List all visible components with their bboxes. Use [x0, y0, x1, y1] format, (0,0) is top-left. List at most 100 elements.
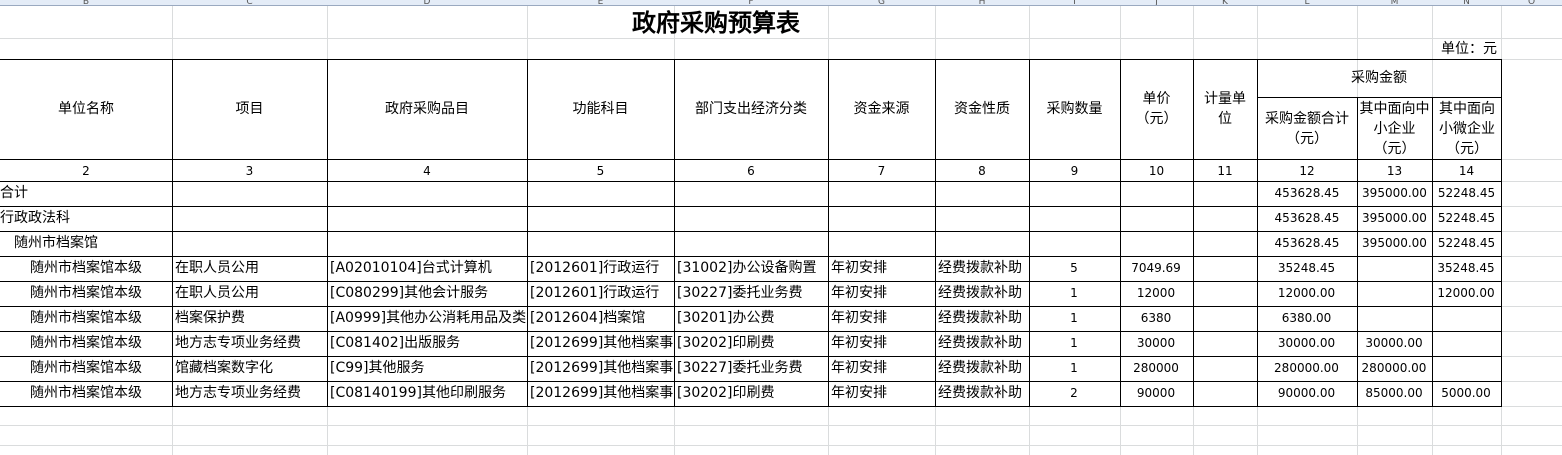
cell-project[interactable]: 在职人员公用 [175, 256, 326, 281]
cell-fund-nature[interactable]: 经费拨款补助 [938, 306, 1028, 331]
column-header[interactable]: F [674, 0, 828, 6]
cell-function[interactable]: [2012601]行政运行 [530, 256, 673, 281]
column-header[interactable]: B [0, 0, 172, 6]
cell-unit-price[interactable]: 7049.69 [1120, 256, 1192, 281]
cell-fund-source[interactable]: 年初安排 [831, 306, 934, 331]
summary-row-name[interactable]: 合计 [0, 181, 172, 206]
cell-unit[interactable]: 随州市档案馆本级 [30, 256, 171, 281]
cell-fund-nature[interactable]: 经费拨款补助 [938, 281, 1028, 306]
cell-fund-nature[interactable]: 经费拨款补助 [938, 331, 1028, 356]
summary-row-sme[interactable]: 395000.00 [1357, 181, 1432, 206]
cell-fund-nature[interactable]: 经费拨款补助 [938, 356, 1028, 381]
cell-function[interactable]: [2012699]其他档案事务 [530, 356, 673, 381]
cell-unit[interactable]: 随州市档案馆本级 [30, 381, 171, 406]
cell-project[interactable]: 地方志专项业务经费 [175, 331, 326, 356]
column-header[interactable]: G [828, 0, 935, 6]
cell-function[interactable]: [2012699]其他档案事务 [530, 381, 673, 406]
cell-econ-class[interactable]: [30202]印刷费 [677, 331, 827, 356]
cell-project[interactable]: 在职人员公用 [175, 281, 326, 306]
cell-fund-source[interactable]: 年初安排 [831, 331, 934, 356]
column-header[interactable]: O [1501, 0, 1562, 6]
cell-project[interactable]: 档案保护费 [175, 306, 326, 331]
column-header[interactable]: E [527, 0, 674, 6]
cell-project[interactable]: 地方志专项业务经费 [175, 381, 326, 406]
column-number: 8 [978, 164, 986, 178]
cell-quantity[interactable]: 2 [1029, 381, 1119, 406]
cell-unit-price[interactable]: 280000 [1120, 356, 1192, 381]
column-number: 3 [245, 164, 254, 178]
summary-row-total[interactable]: 453628.45 [1257, 206, 1357, 231]
cell-fund-nature[interactable]: 经费拨款补助 [938, 381, 1028, 406]
cell-item[interactable]: [C080299]其他会计服务 [330, 281, 526, 306]
cell-function[interactable]: [2012604]档案馆 [530, 306, 673, 331]
summary-row-sme[interactable]: 395000.00 [1357, 206, 1432, 231]
cell-micro[interactable]: 5000.00 [1432, 381, 1500, 406]
cell-unit-price[interactable]: 6380 [1120, 306, 1192, 331]
column-number: 6 [747, 164, 755, 178]
cell-quantity[interactable]: 5 [1029, 256, 1119, 281]
cell-amount-total[interactable]: 12000.00 [1257, 281, 1356, 306]
summary-row-name[interactable]: 随州市档案馆 [14, 231, 172, 256]
summary-row-total[interactable]: 453628.45 [1257, 181, 1357, 206]
cell-amount-total[interactable]: 90000.00 [1257, 381, 1356, 406]
page-title: 政府采购预算表 [632, 9, 800, 37]
cell-unit[interactable]: 随州市档案馆本级 [30, 356, 171, 381]
column-header[interactable]: H [935, 0, 1029, 6]
summary-row-micro[interactable]: 52248.45 [1432, 206, 1501, 231]
summary-row-sme[interactable]: 395000.00 [1357, 231, 1432, 256]
cell-item[interactable]: [C081402]出版服务 [330, 331, 526, 356]
cell-amount-total[interactable]: 280000.00 [1257, 356, 1356, 381]
cell-micro[interactable]: 35248.45 [1432, 256, 1500, 281]
cell-econ-class[interactable]: [30227]委托业务费 [677, 281, 827, 306]
cell-unit[interactable]: 随州市档案馆本级 [30, 331, 171, 356]
cell-quantity[interactable]: 1 [1029, 331, 1119, 356]
cell-econ-class[interactable]: [31002]办公设备购置 [677, 256, 827, 281]
summary-row-total[interactable]: 453628.45 [1257, 231, 1357, 256]
cell-amount-total[interactable]: 30000.00 [1257, 331, 1356, 356]
column-header[interactable]: L [1257, 0, 1357, 6]
cell-fund-source[interactable]: 年初安排 [831, 256, 934, 281]
unit-label: 单位：元 [1441, 41, 1497, 57]
cell-project[interactable]: 馆藏档案数字化 [175, 356, 326, 381]
cell-econ-class[interactable]: [30201]办公费 [677, 306, 827, 331]
table-border [0, 331, 1502, 332]
cell-sme[interactable]: 30000.00 [1357, 331, 1431, 356]
cell-quantity[interactable]: 1 [1029, 356, 1119, 381]
column-header[interactable]: M [1357, 0, 1432, 6]
cell-unit-price[interactable]: 12000 [1120, 281, 1192, 306]
spreadsheet[interactable]: B C D E F G H I J K L M N O 政府采购预算表 单位：元 单位名称 项目 政府采购品目 功能科… [0, 0, 1562, 455]
cell-fund-source[interactable]: 年初安排 [831, 281, 934, 306]
cell-fund-source[interactable]: 年初安排 [831, 381, 934, 406]
cell-function[interactable]: [2012601]行政运行 [530, 281, 673, 306]
cell-item[interactable]: [A02010104]台式计算机 [330, 256, 526, 281]
cell-quantity[interactable]: 1 [1029, 306, 1119, 331]
cell-amount-total[interactable]: 35248.45 [1257, 256, 1356, 281]
column-header[interactable]: C [172, 0, 327, 6]
cell-econ-class[interactable]: [30202]印刷费 [677, 381, 827, 406]
summary-row-name[interactable]: 行政政法科 [0, 206, 172, 231]
column-header[interactable]: I [1029, 0, 1120, 6]
cell-item[interactable]: [C08140199]其他印刷服务 [330, 381, 526, 406]
cell-unit[interactable]: 随州市档案馆本级 [30, 306, 171, 331]
column-header[interactable]: K [1193, 0, 1257, 6]
cell-sme[interactable]: 85000.00 [1357, 381, 1431, 406]
cell-item[interactable]: [C99]其他服务 [330, 356, 526, 381]
table-border [828, 59, 829, 406]
summary-row-micro[interactable]: 52248.45 [1432, 231, 1501, 256]
column-header[interactable]: N [1432, 0, 1501, 6]
cell-quantity[interactable]: 1 [1029, 281, 1119, 306]
cell-fund-nature[interactable]: 经费拨款补助 [938, 256, 1028, 281]
column-header[interactable]: D [327, 0, 527, 6]
cell-sme[interactable]: 280000.00 [1357, 356, 1431, 381]
column-header[interactable]: J [1120, 0, 1193, 6]
cell-unit[interactable]: 随州市档案馆本级 [30, 281, 171, 306]
cell-unit-price[interactable]: 90000 [1120, 381, 1192, 406]
cell-unit-price[interactable]: 30000 [1120, 331, 1192, 356]
cell-function[interactable]: [2012699]其他档案事务 [530, 331, 673, 356]
cell-item[interactable]: [A0999]其他办公消耗用品及类 [330, 306, 526, 331]
cell-econ-class[interactable]: [30227]委托业务费 [677, 356, 827, 381]
summary-row-micro[interactable]: 52248.45 [1432, 181, 1501, 206]
cell-micro[interactable]: 12000.00 [1432, 281, 1500, 306]
cell-fund-source[interactable]: 年初安排 [831, 356, 934, 381]
cell-amount-total[interactable]: 6380.00 [1257, 306, 1356, 331]
